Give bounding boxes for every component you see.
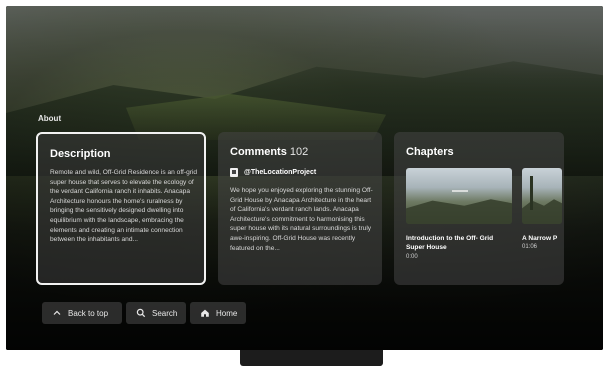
description-title: Description [50,148,111,160]
description-text: Remote and wild, Off-Grid Residence is a… [50,169,198,244]
comments-title: Comments 102 [230,146,308,158]
chapter-time: 01:06 [522,244,538,250]
chapter-thumbnail[interactable] [522,168,562,224]
comment-text: We hope you enjoyed exploring the stunni… [230,187,373,252]
search-button[interactable]: Search [126,302,186,324]
comment-channel: @TheLocationProject [230,168,316,177]
search-icon [136,308,146,318]
chevron-up-icon [52,308,62,318]
chapters-card[interactable]: Chapters Introduction to the Off- Grid S… [394,132,564,285]
comments-card[interactable]: Comments 102 @TheLocationProject We hope … [218,132,382,285]
section-label: About [38,114,62,123]
thumbnail-landscape [522,199,562,224]
chapter-time: 0:00 [406,254,418,260]
back-to-top-label: Back to top [68,308,109,318]
tv-stand [240,350,383,366]
tv-screen: About Description Remote and wild, Off-G… [6,6,603,350]
channel-name: @TheLocationProject [244,169,317,176]
chapters-title: Chapters [406,146,454,158]
thumbnail-house [452,190,468,192]
comments-title-text: Comments [230,146,287,158]
chapter-title[interactable]: A Narrow P [522,234,564,243]
chapter-title[interactable]: Introduction to the Off- Grid Super Hous… [406,234,510,252]
search-label: Search [152,308,178,318]
home-icon [200,308,210,318]
thumbnail-landscape [406,199,512,224]
home-button[interactable]: Home [190,302,246,324]
thumbnail-pole [530,176,533,210]
back-to-top-button[interactable]: Back to top [42,302,122,324]
description-card[interactable]: Description Remote and wild, Off-Grid Re… [36,132,206,285]
comments-count: 102 [289,146,309,158]
chapter-thumbnail[interactable] [406,168,512,224]
channel-icon [230,168,238,177]
home-label: Home [216,308,238,318]
